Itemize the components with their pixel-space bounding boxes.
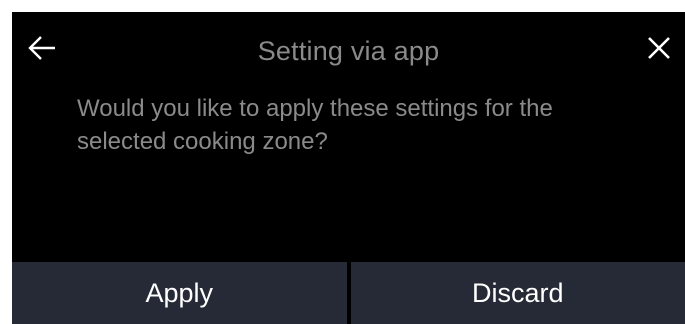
dialog-footer: Apply Discard bbox=[12, 262, 685, 324]
apply-button[interactable]: Apply bbox=[12, 262, 347, 324]
close-button[interactable] bbox=[639, 30, 679, 66]
close-icon bbox=[648, 37, 670, 59]
discard-button[interactable]: Discard bbox=[350, 262, 685, 324]
dialog-message: Would you like to apply these settings f… bbox=[77, 95, 553, 155]
dialog-screen: Setting via app Would you like to apply … bbox=[12, 12, 685, 324]
dialog-title: Setting via app bbox=[257, 36, 440, 66]
